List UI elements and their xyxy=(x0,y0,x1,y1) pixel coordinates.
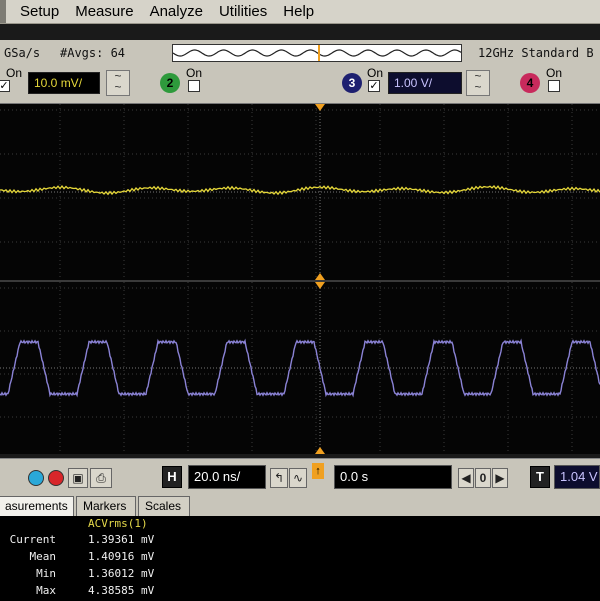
print-icon[interactable]: ⎙ xyxy=(90,468,112,488)
ch3-graticule xyxy=(0,282,600,454)
tab-bar: asurements Markers Scales xyxy=(0,494,600,516)
ch2-badge[interactable]: 2 xyxy=(160,73,180,93)
waveform-display-ch3[interactable] xyxy=(0,282,600,454)
acquisition-bar: GSa/s #Avgs: 64 12GHz Standard B xyxy=(0,40,600,66)
menu-measure[interactable]: Measure xyxy=(67,3,141,20)
measurement-row: Mean 1.40916 mV xyxy=(0,550,300,567)
waveform-display-ch1[interactable] xyxy=(0,104,600,280)
ch2-on-checkbox[interactable] xyxy=(188,80,200,92)
measurement-value: 1.36012 mV xyxy=(88,567,155,580)
memory-bar-overview[interactable] xyxy=(172,44,462,62)
ch3-on-label: On xyxy=(367,66,384,80)
tab-measurements[interactable]: asurements xyxy=(0,496,74,516)
delay-zero-button[interactable]: 0 xyxy=(475,468,491,488)
menu-help[interactable]: Help xyxy=(275,3,322,20)
measurement-value: 1.39361 mV xyxy=(88,533,155,546)
timebase-field[interactable]: 20.0 ns/ xyxy=(188,465,266,489)
measurement-row: Min 1.36012 mV xyxy=(0,567,300,584)
ch3-coupling-button[interactable]: ~ ~ xyxy=(466,70,490,96)
menu-setup[interactable]: Setup xyxy=(6,3,67,20)
tab-markers[interactable]: Markers xyxy=(76,496,136,516)
channel-bar: On ✓ 10.0 mV/ ~ ~ 2 On 3 On ✓ 1.00 V/ ~ ~ … xyxy=(0,66,600,104)
bandwidth-label: 12GHz Standard B xyxy=(478,46,594,60)
ch3-badge[interactable]: 3 xyxy=(342,73,362,93)
tab-scales[interactable]: Scales xyxy=(138,496,190,516)
stop-icon[interactable] xyxy=(48,470,64,486)
ch3-on-checkbox[interactable]: ✓ xyxy=(368,80,380,92)
ch4-on-checkbox[interactable] xyxy=(548,80,560,92)
trigger-marker-icon: ↑ xyxy=(312,463,324,479)
measurement-row: Max 4.38585 mV xyxy=(0,584,300,601)
delay-right-arrow-icon[interactable]: ▶ xyxy=(492,468,508,488)
measurement-label: Current xyxy=(9,533,56,546)
measurement-panel: ACVrms(1) Current 1.39361 mV Mean 1.4091… xyxy=(0,516,600,600)
delay-field[interactable]: 0.0 s xyxy=(334,465,452,489)
measurement-header: ACVrms(1) xyxy=(88,517,148,530)
horizontal-h-button[interactable]: H xyxy=(162,466,182,488)
memory-bar-waveform xyxy=(173,45,461,61)
toolbar-spacer xyxy=(0,24,600,40)
delay-left-arrow-icon[interactable]: ◀ xyxy=(458,468,474,488)
trigger-level-field[interactable]: 1.04 V xyxy=(554,465,600,489)
edge-rising-icon[interactable]: ↰ xyxy=(270,468,288,488)
measurement-label: Max xyxy=(36,584,56,597)
ch4-badge[interactable]: 4 xyxy=(520,73,540,93)
edge-falling-icon[interactable]: ∿ xyxy=(289,468,307,488)
menu-utilities[interactable]: Utilities xyxy=(211,3,275,20)
ch1-scale-field[interactable]: 10.0 mV/ xyxy=(28,72,100,94)
menu-bar: Setup Measure Analyze Utilities Help xyxy=(0,0,600,24)
ch3-scale-field[interactable]: 1.00 V/ xyxy=(388,72,462,94)
ch4-on-label: On xyxy=(546,66,563,80)
ch1-on-checkbox[interactable]: ✓ xyxy=(0,80,10,92)
measurement-row: Current 1.39361 mV xyxy=(0,533,300,550)
measurement-label: Min xyxy=(36,567,56,580)
ch1-trace xyxy=(0,185,600,196)
screenshot-icon[interactable]: ▣ xyxy=(68,468,88,488)
sample-rate-label: GSa/s xyxy=(4,46,41,60)
ch1-coupling-button[interactable]: ~ ~ xyxy=(106,70,130,96)
ch1-on-label: On xyxy=(6,66,23,80)
measurement-value: 1.40916 mV xyxy=(88,550,155,563)
run-icon[interactable] xyxy=(28,470,44,486)
ch2-on-label: On xyxy=(186,66,203,80)
menu-analyze[interactable]: Analyze xyxy=(142,3,211,20)
ch1-graticule xyxy=(0,104,600,280)
averages-label: #Avgs: 64 xyxy=(60,46,126,60)
measurement-label: Mean xyxy=(29,550,57,563)
horizontal-bar: ▣ ⎙ H 20.0 ns/ ↰ ∿ ↑ 0.0 s ◀ 0 ▶ T 1.04 … xyxy=(0,458,600,494)
trigger-t-button[interactable]: T xyxy=(530,466,550,488)
measurement-value: 4.38585 mV xyxy=(88,584,155,597)
